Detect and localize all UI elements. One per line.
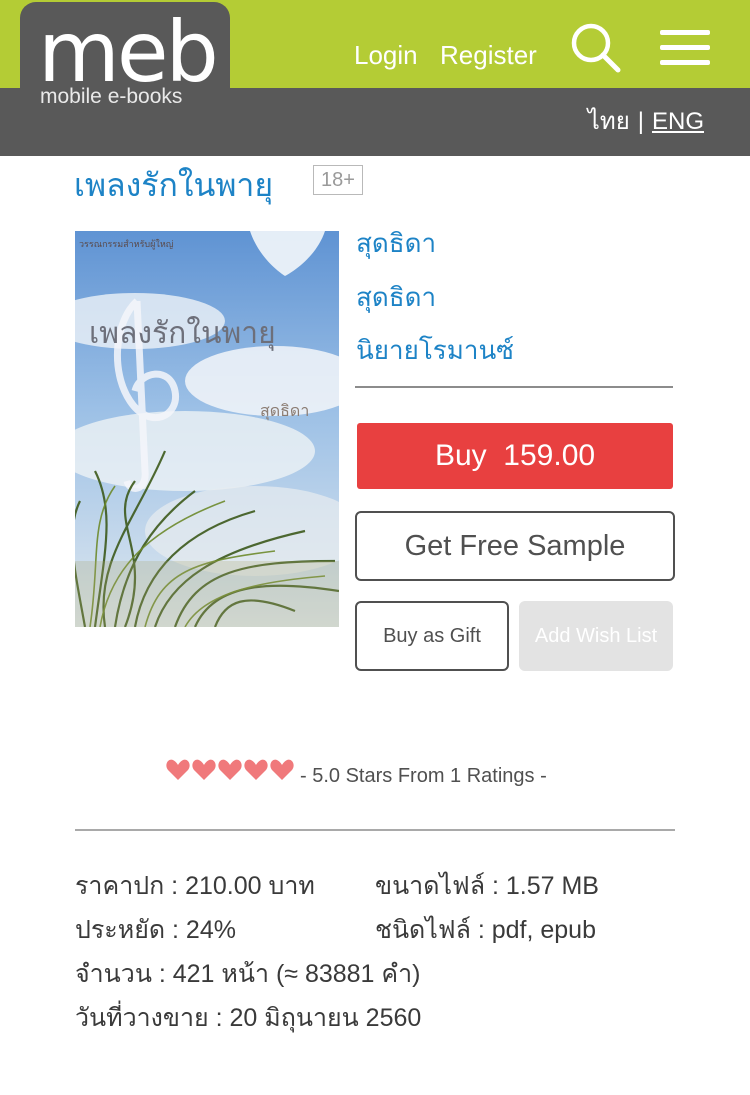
cover-artwork: เพลงรักในพายุ สุดธิดา วรรณกรรมสำหรับผู้ใ… xyxy=(75,231,339,627)
file-type: ชนิดไฟล์ : pdf, epub xyxy=(375,916,596,944)
section-divider xyxy=(75,829,675,831)
discount: ประหยัด : 24% xyxy=(75,916,236,944)
free-sample-button[interactable]: Get Free Sample xyxy=(355,511,675,581)
lang-separator: | xyxy=(637,108,644,135)
language-switcher: ไทย | ENG xyxy=(588,106,704,138)
add-wish-list-button[interactable]: Add Wish List xyxy=(519,601,673,671)
page-count: จำนวน : 421 หน้า (≈ 83881 คำ) xyxy=(75,960,421,988)
release-date: วันที่วางขาย : 20 มิถุนายน 2560 xyxy=(75,1004,422,1032)
book-cover-image[interactable]: เพลงรักในพายุ สุดธิดา วรรณกรรมสำหรับผู้ใ… xyxy=(75,231,339,627)
author-link[interactable]: สุดธิดา xyxy=(356,226,436,260)
login-link[interactable]: Login xyxy=(354,38,418,72)
heart-icon xyxy=(166,759,190,780)
heart-icon xyxy=(192,759,216,780)
lang-eng-link[interactable]: ENG xyxy=(652,108,704,135)
cover-author-text: สุดธิดา xyxy=(260,401,309,421)
file-size: ขนาดไฟล์ : 1.57 MB xyxy=(375,872,599,900)
lang-thai-link[interactable]: ไทย xyxy=(588,108,630,135)
age-rating-badge: 18+ xyxy=(313,165,363,195)
heart-icon xyxy=(270,759,294,780)
logo-tagline: mobile e-books xyxy=(40,85,183,108)
cover-series-text: วรรณกรรมสำหรับผู้ใหญ่ xyxy=(79,239,174,250)
hamburger-menu-icon[interactable] xyxy=(660,30,710,66)
heart-icon xyxy=(244,759,268,780)
category-link[interactable]: นิยายโรมานซ์ xyxy=(356,333,514,367)
buy-as-gift-button[interactable]: Buy as Gift xyxy=(355,601,509,671)
search-icon[interactable] xyxy=(570,22,622,74)
heart-icon xyxy=(218,759,242,780)
cover-price: ราคาปก : 210.00 บาท xyxy=(75,872,315,900)
register-link[interactable]: Register xyxy=(440,38,537,72)
buy-button[interactable]: Buy 159.00 xyxy=(357,423,673,489)
book-title: เพลงรักในพายุ xyxy=(74,167,274,203)
cover-title-text: เพลงรักในพายุ xyxy=(89,316,276,352)
rating-summary: - 5.0 Stars From 1 Ratings - xyxy=(300,765,547,787)
meb-logo[interactable]: meb mobile e-books xyxy=(20,2,230,118)
meta-divider xyxy=(355,386,673,388)
publisher-link[interactable]: สุดธิดา xyxy=(356,280,436,314)
